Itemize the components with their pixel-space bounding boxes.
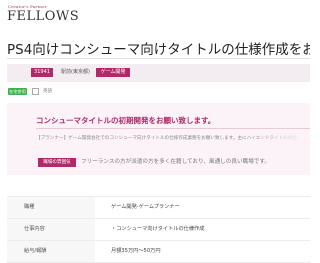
row-label: 仕事内容 [7,219,95,240]
condition-text: フリーランスの方が派遣の方を多く在籍しており、風通しの良い職場です。 [81,159,270,165]
row-label: 職種 [7,197,95,218]
category-badge[interactable]: ゲーム開発 [96,68,130,77]
job-id-badge: 31941 [31,68,53,77]
page-title: PS4向けコンシューマ向けタイトルの仕様作成をお願い致 [7,42,310,58]
table-row: 給与/報酬 月額35万円〜50万円 [7,241,310,263]
feature-label: 英語 [43,89,52,94]
job-location: 駅前(東京都) [61,69,90,75]
checkbox-icon [32,88,39,95]
job-catch-copy: コンシューマタイトルの初期開発をお願い致します。 [36,116,216,125]
row-value: ・コンシューマ向けタイトルの仕様作成 [111,226,205,232]
row-value: ゲーム開発-ゲームプランナー [111,204,180,210]
remote-badge: 在宅併用 [8,88,27,95]
divider [36,128,310,129]
table-row: 職種 ゲーム開発-ゲームプランナー [7,196,310,219]
site-logo[interactable]: FELLOWS [7,9,79,24]
job-detail-table: 職種 ゲーム開発-ゲームプランナー 仕事内容 ・コンシューマ向けタイトルの仕様作… [7,196,310,263]
site-header: Creator's Partner FELLOWS [0,0,310,28]
table-row: 仕事内容 ・コンシューマ向けタイトルの仕様作成 [7,219,310,241]
condition-label: 職場の雰囲気 [38,158,76,167]
text-fade [250,134,310,143]
divider [7,58,310,59]
row-value: 月額35万円〜50万円 [111,248,161,254]
row-label: 給与/報酬 [7,241,95,262]
